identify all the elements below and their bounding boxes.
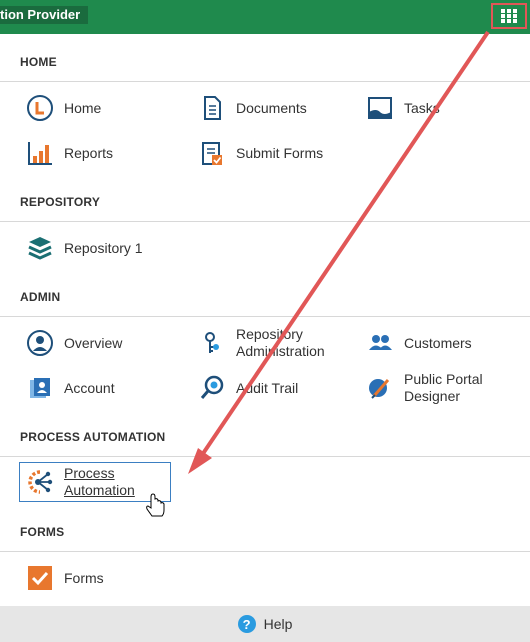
menu-item-label: Public Portal Designer <box>404 371 483 404</box>
repository-admin-icon <box>198 329 226 357</box>
customers-icon <box>366 329 394 357</box>
menu-item-reports[interactable]: Reports <box>26 136 113 170</box>
section-title-home: HOME <box>20 55 57 69</box>
menu-item-process-automation[interactable]: Process Automation <box>26 465 174 499</box>
home-icon <box>26 94 54 122</box>
documents-icon <box>198 94 226 122</box>
menu-item-label: Tasks <box>404 99 440 116</box>
forms-icon <box>26 564 54 592</box>
menu-item-public-portal-designer[interactable]: Public Portal Designer <box>366 371 514 405</box>
divider <box>0 81 530 82</box>
menu-item-repository-1[interactable]: Repository 1 <box>26 231 143 265</box>
app-title: tion Provider <box>0 6 89 24</box>
audit-trail-icon <box>198 374 226 402</box>
menu-item-label: Repository Administration <box>236 326 325 359</box>
menu-item-audit-trail[interactable]: Audit Trail <box>198 371 298 405</box>
section-title-forms: FORMS <box>20 525 65 539</box>
menu-item-documents[interactable]: Documents <box>198 91 307 125</box>
section-title-admin: ADMIN <box>20 290 61 304</box>
menu-item-tasks[interactable]: Tasks <box>366 91 440 125</box>
help-footer[interactable]: ? Help <box>0 606 530 642</box>
section-title-process-automation: PROCESS AUTOMATION <box>20 430 166 444</box>
menu-item-label: Submit Forms <box>236 144 324 161</box>
account-icon <box>26 374 54 402</box>
section-title-repository: REPOSITORY <box>20 195 101 209</box>
apps-menu-button[interactable] <box>491 3 527 29</box>
divider <box>0 551 530 552</box>
repository-icon <box>26 234 54 262</box>
annotation-arrowhead <box>188 448 212 474</box>
menu-item-account[interactable]: Account <box>26 371 115 405</box>
menu-item-overview[interactable]: Overview <box>26 326 122 360</box>
menu-item-label: Customers <box>404 334 472 351</box>
menu-item-label: Forms <box>64 569 104 586</box>
menu-item-home[interactable]: Home <box>26 91 101 125</box>
menu-item-label: Overview <box>64 334 123 351</box>
overview-icon <box>26 329 54 357</box>
process-automation-icon <box>26 468 54 496</box>
menu-item-submit-forms[interactable]: Submit Forms <box>198 136 323 170</box>
menu-item-repository-administration[interactable]: Repository Administration <box>198 326 346 360</box>
menu-item-label: Repository 1 <box>64 239 143 256</box>
apps-grid-icon <box>501 9 517 23</box>
menu-item-forms[interactable]: Forms <box>26 561 104 595</box>
menu-item-label: Account <box>64 379 115 396</box>
portal-designer-icon <box>366 374 394 402</box>
menu-item-label: Home <box>64 99 102 116</box>
help-label: Help <box>263 616 293 632</box>
help-icon: ? <box>237 615 256 633</box>
top-bar: tion Provider <box>0 0 530 34</box>
menu-item-label: Documents <box>236 99 307 116</box>
menu-item-label: Audit Trail <box>236 379 299 396</box>
menu-item-label: Process Automation <box>64 465 135 498</box>
divider <box>0 316 530 317</box>
divider <box>0 221 530 222</box>
submit-forms-icon <box>198 139 226 167</box>
menu-item-customers[interactable]: Customers <box>366 326 472 360</box>
reports-icon <box>26 139 54 167</box>
menu-item-label: Reports <box>64 144 114 161</box>
tasks-icon <box>366 94 394 122</box>
divider <box>0 456 530 457</box>
